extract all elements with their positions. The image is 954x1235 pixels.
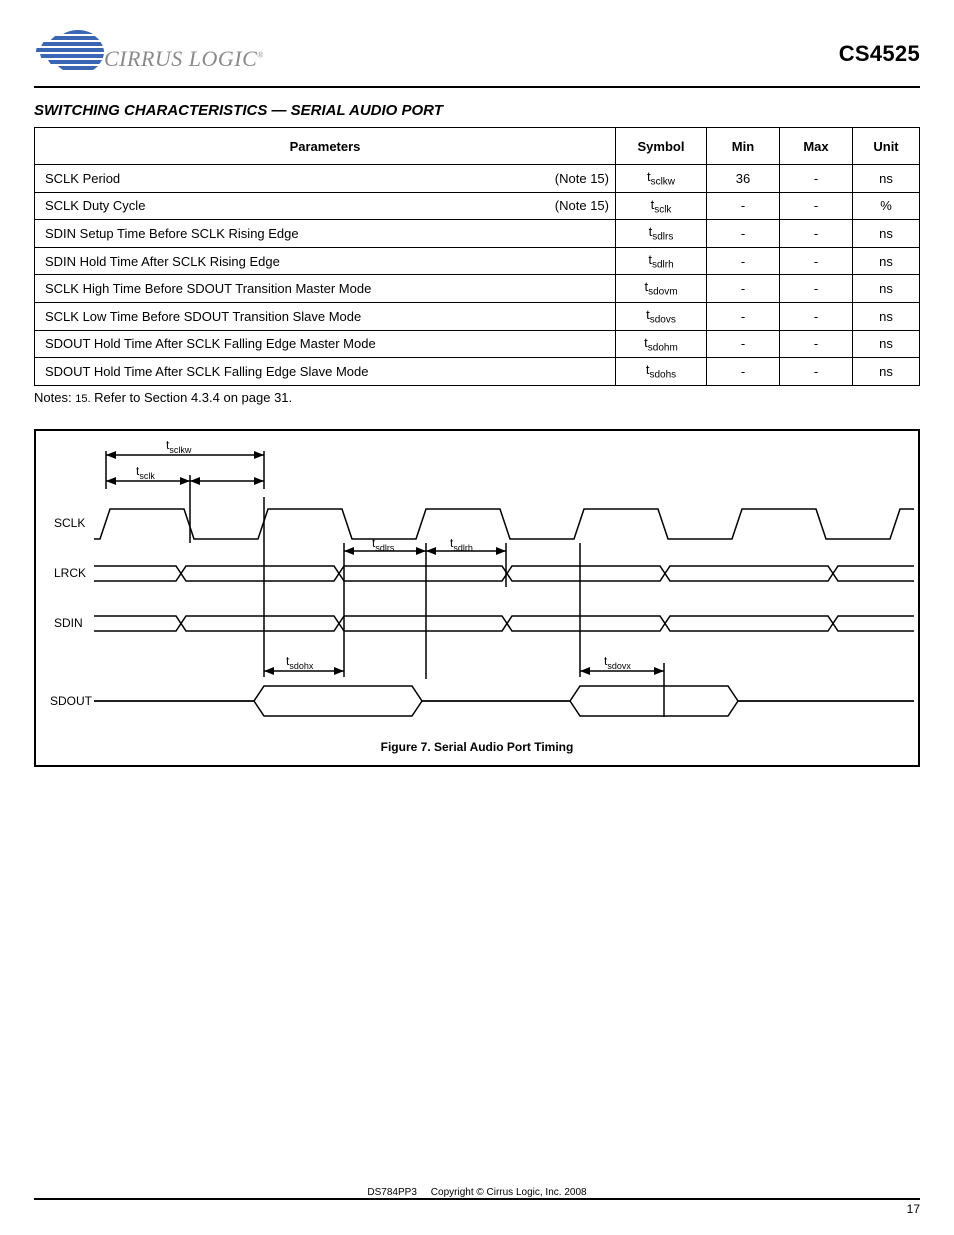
cell-max: - xyxy=(780,165,853,193)
spec-table: Parameters Symbol Min Max Unit SCLK Peri… xyxy=(34,127,920,386)
cell-param: SDIN Setup Time Before SCLK Rising Edge xyxy=(45,226,299,241)
cell-max: - xyxy=(780,275,853,303)
cell-symbol: tsdlrs xyxy=(649,224,674,239)
cell-unit: ns xyxy=(853,330,920,358)
cell-param: SDOUT Hold Time After SCLK Falling Edge … xyxy=(45,336,376,351)
table-row: SCLK Duty Cycle (Note 15) tsclk - - % xyxy=(35,192,920,220)
cell-symbol: tsdovm xyxy=(644,279,677,294)
table-row: SDOUT Hold Time After SCLK Falling Edge … xyxy=(35,330,920,358)
footer-rule xyxy=(34,1198,920,1200)
page-number: 17 xyxy=(34,1202,920,1216)
cell-symbol: tsclkw xyxy=(647,169,675,184)
note-text: Refer to Section 4.3.4 on page 31. xyxy=(94,390,292,405)
cell-min: - xyxy=(707,220,780,248)
sig-label: SDIN xyxy=(54,616,83,630)
sig-label: SDOUT xyxy=(50,694,93,708)
cell-min: - xyxy=(707,192,780,220)
part-number: CS4525 xyxy=(839,41,920,67)
figure-caption: Figure 7. Serial Audio Port Timing xyxy=(381,740,574,754)
cell-unit: ns xyxy=(853,165,920,193)
cell-symbol: tsdohs xyxy=(646,362,676,377)
timing-diagram-svg: SCLK LRCK SDIN SDOUT tsclkw tsclk tsdlrs… xyxy=(36,431,918,767)
table-row: SCLK Low Time Before SDOUT Transition Sl… xyxy=(35,302,920,330)
header-rule xyxy=(34,86,920,88)
cell-min: - xyxy=(707,247,780,275)
cell-param: SCLK Duty Cycle xyxy=(45,198,145,213)
cell-param: SCLK High Time Before SDOUT Transition M… xyxy=(45,281,371,296)
t-sdlrh: tsdlrh xyxy=(450,536,473,553)
cell-min: - xyxy=(707,275,780,303)
note-number: 15. xyxy=(75,393,90,405)
sig-label: SCLK xyxy=(54,516,85,530)
cell-max: - xyxy=(780,192,853,220)
sig-label: LRCK xyxy=(54,566,86,580)
cell-unit: ns xyxy=(853,275,920,303)
col-symbol: Symbol xyxy=(616,128,707,165)
table-row: SDIN Setup Time Before SCLK Rising Edge … xyxy=(35,220,920,248)
t-sclk: tsclk xyxy=(136,464,155,481)
col-parameters: Parameters xyxy=(35,128,616,165)
copyright: DS784PP3 Copyright © Cirrus Logic, Inc. … xyxy=(34,1187,920,1198)
section-title: SWITCHING CHARACTERISTICS — SERIAL AUDIO… xyxy=(34,102,920,119)
cell-param: SDIN Hold Time After SCLK Rising Edge xyxy=(45,254,280,269)
table-row: SCLK Period (Note 15) tsclkw 36 - ns xyxy=(35,165,920,193)
cell-symbol: tsdlrh xyxy=(648,252,673,267)
cell-symbol: tsdovs xyxy=(646,307,676,322)
cell-max: - xyxy=(780,220,853,248)
notes-label: Notes: xyxy=(34,390,72,405)
cell-param: SCLK Period xyxy=(45,171,120,186)
cell-symbol: tsclk xyxy=(651,197,672,212)
cell-unit: ns xyxy=(853,358,920,386)
cell-min: - xyxy=(707,330,780,358)
cell-max: - xyxy=(780,302,853,330)
logo: CIRRUS LOGIC® xyxy=(34,26,264,82)
header: CIRRUS LOGIC® CS4525 xyxy=(34,26,920,82)
cell-max: - xyxy=(780,330,853,358)
t-sdohx: tsdohx xyxy=(286,654,314,671)
table-row: SCLK High Time Before SDOUT Transition M… xyxy=(35,275,920,303)
cell-max: - xyxy=(780,358,853,386)
col-max: Max xyxy=(780,128,853,165)
cell-unit: ns xyxy=(853,302,920,330)
cell-unit: % xyxy=(853,192,920,220)
table-row: SDOUT Hold Time After SCLK Falling Edge … xyxy=(35,358,920,386)
cell-min: 36 xyxy=(707,165,780,193)
col-unit: Unit xyxy=(853,128,920,165)
cell-unit: ns xyxy=(853,247,920,275)
spec-table-head-row: Parameters Symbol Min Max Unit xyxy=(35,128,920,165)
cell-symbol: tsdohm xyxy=(644,335,678,350)
col-min: Min xyxy=(707,128,780,165)
cell-unit: ns xyxy=(853,220,920,248)
cell-min: - xyxy=(707,302,780,330)
notes-line: Notes: 15. Refer to Section 4.3.4 on pag… xyxy=(34,390,920,405)
t-sdovx: tsdovx xyxy=(604,654,631,671)
cell-max: - xyxy=(780,247,853,275)
logo-text: CIRRUS LOGIC® xyxy=(104,46,264,72)
t-sclkw: tsclkw xyxy=(166,438,192,455)
timing-diagram: SCLK LRCK SDIN SDOUT tsclkw tsclk tsdlrs… xyxy=(34,429,920,767)
cell-param: SCLK Low Time Before SDOUT Transition Sl… xyxy=(45,309,361,324)
cirrus-logo-icon xyxy=(34,26,108,82)
cell-param: SDOUT Hold Time After SCLK Falling Edge … xyxy=(45,364,368,379)
cell-note: (Note 15) xyxy=(555,198,609,213)
table-row: SDIN Hold Time After SCLK Rising Edge ts… xyxy=(35,247,920,275)
cell-note: (Note 15) xyxy=(555,171,609,186)
cell-min: - xyxy=(707,358,780,386)
